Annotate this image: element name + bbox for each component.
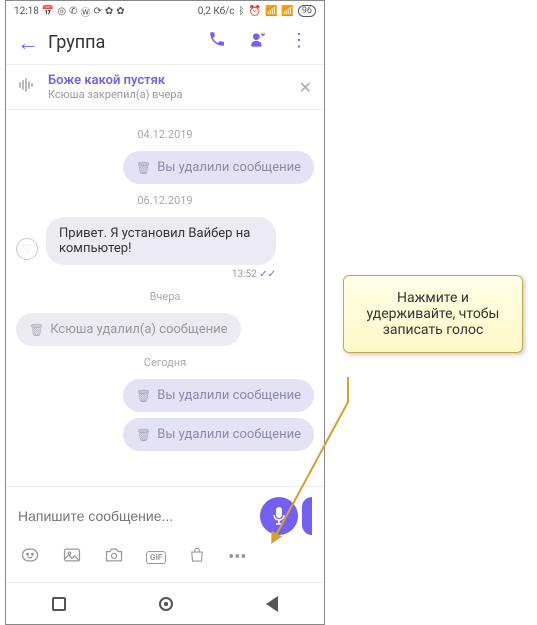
status-icon-gear2: ✿	[116, 6, 124, 17]
back-button[interactable]: ←	[14, 30, 42, 56]
deleted-text: Вы удалили сообщение	[157, 388, 301, 403]
nav-home-button[interactable]	[159, 597, 173, 611]
deleted-text: Вы удалили сообщение	[157, 427, 301, 442]
gif-button[interactable]: GIF	[146, 551, 166, 564]
signal-icon: 📶	[265, 6, 277, 17]
message-timestamp: 13:52 ✓✓	[46, 269, 276, 280]
deleted-message-bubble[interactable]: 🗑 Вы удалили сообщение	[123, 151, 314, 184]
tooltip-callout: Нажмите и удерживайте, чтобы записать го…	[343, 275, 523, 353]
alarm-icon: ⏰	[249, 6, 261, 17]
date-divider: Вчера	[16, 290, 314, 303]
pinned-subtitle: Ксюша закрепил(а) вчера	[48, 88, 289, 101]
nav-back-button[interactable]	[266, 596, 278, 612]
chat-title[interactable]: Группа	[42, 32, 208, 53]
menu-button[interactable]: ⋮	[290, 30, 308, 55]
pinned-title: Боже какой пустяк	[48, 73, 289, 88]
status-icon-vk: Ⓦ	[80, 4, 90, 19]
message-row: ♡ Привет. Я установил Вайбер на компьюте…	[16, 217, 314, 280]
message-row: 🗑 Вы удалили сообщение	[16, 418, 314, 451]
message-row: 🗑 Вы удалили сообщение	[16, 151, 314, 184]
battery-indicator: 96	[298, 5, 316, 17]
trash-icon: 🗑	[136, 161, 151, 175]
status-time: 12:18	[14, 6, 39, 17]
message-row: 🗑 Ксюша удалил(а) сообщение	[16, 313, 314, 346]
status-icon-calendar: 📅	[42, 6, 54, 17]
date-divider: Сегодня	[16, 356, 314, 369]
more-icon[interactable]: •••	[228, 547, 246, 568]
deleted-text: Ксюша удалил(а) сообщение	[50, 322, 227, 337]
android-nav-bar	[6, 582, 324, 624]
like-button[interactable]: ♡	[16, 238, 38, 260]
deleted-message-bubble[interactable]: 🗑 Ксюша удалил(а) сообщение	[16, 313, 241, 346]
status-icon-sync: ⟳	[93, 6, 101, 17]
send-button-edge[interactable]	[302, 497, 312, 535]
camera-icon[interactable]	[104, 545, 124, 570]
gallery-icon[interactable]	[62, 545, 82, 570]
message-input[interactable]	[18, 508, 260, 524]
deleted-message-bubble[interactable]: 🗑 Вы удалили сообщение	[123, 418, 314, 451]
deleted-message-bubble[interactable]: 🗑 Вы удалили сообщение	[123, 379, 314, 412]
date-divider: 06.12.2019	[16, 194, 314, 207]
chat-header: ← Группа ⋮	[6, 21, 324, 65]
deleted-text: Вы удалили сообщение	[157, 160, 301, 175]
wifi-icon: 📶	[281, 6, 293, 17]
message-text: Привет. Я установил Вайбер на компьютер!	[59, 226, 250, 256]
status-bar: 12:18 📅 ◎ ✆ Ⓦ ⟳ ✿ ✿ 0,2 Кб/с ᛒ ⏰ 📶 📶 96	[6, 1, 324, 21]
trash-icon: 🗑	[136, 389, 151, 403]
shop-icon[interactable]	[188, 545, 206, 570]
trash-icon: 🗑	[29, 323, 44, 337]
status-icon-whatsapp: ✆	[69, 6, 77, 17]
status-data-rate: 0,2 Кб/с	[198, 6, 235, 17]
sticker-icon[interactable]	[20, 545, 40, 570]
incoming-message-bubble[interactable]: Привет. Я установил Вайбер на компьютер!	[46, 217, 276, 265]
bluetooth-icon: ᛒ	[239, 6, 245, 17]
callout-text: Нажмите и удерживайте, чтобы записать го…	[367, 290, 500, 338]
status-icon-instagram: ◎	[57, 6, 66, 17]
voice-record-button[interactable]	[260, 497, 298, 535]
trash-icon: 🗑	[136, 428, 151, 442]
message-row: 🗑 Вы удалили сообщение	[16, 379, 314, 412]
close-pinned-button[interactable]: ✕	[299, 78, 312, 97]
audio-wave-icon	[18, 77, 38, 97]
pinned-message[interactable]: Боже какой пустяк Ксюша закрепил(а) вчер…	[6, 65, 324, 110]
call-button[interactable]	[208, 30, 226, 55]
status-icon-gear: ✿	[105, 6, 113, 17]
add-member-button[interactable]	[248, 30, 268, 55]
date-divider: 04.12.2019	[16, 128, 314, 141]
phone-frame: 12:18 📅 ◎ ✆ Ⓦ ⟳ ✿ ✿ 0,2 Кб/с ᛒ ⏰ 📶 📶 96 …	[5, 0, 325, 625]
nav-recent-button[interactable]	[52, 597, 66, 611]
message-input-bar: GIF •••	[6, 486, 324, 582]
